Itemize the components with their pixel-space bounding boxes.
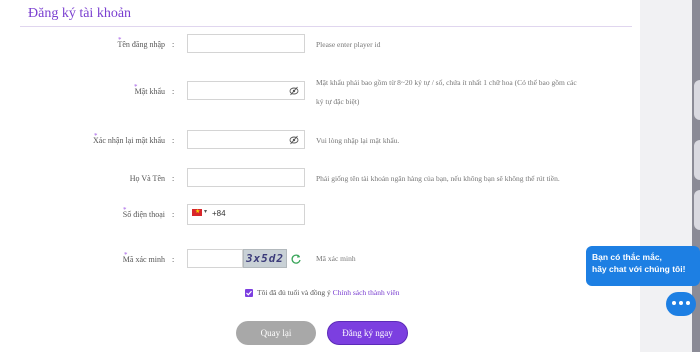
confirm-password-label: Xác nhận lại mật khẩu [93, 136, 165, 145]
phone-label: Số điện thoại [122, 210, 165, 219]
refresh-icon[interactable] [290, 253, 302, 265]
country-code: +84 [212, 209, 226, 218]
full-name-input[interactable] [187, 168, 305, 187]
captcha-label: Mã xác minh [122, 255, 165, 264]
eye-slash-icon[interactable] [289, 86, 299, 96]
chat-line-1: Bạn có thắc mắc, [592, 252, 662, 262]
username-input[interactable] [187, 34, 305, 53]
agree-label: Tôi đã đủ tuổi và đồng ý [257, 288, 331, 297]
confirm-password-hint: Vui lòng nhập lại mật khẩu. [316, 136, 400, 145]
side-tab[interactable] [694, 190, 700, 230]
check-icon [246, 290, 252, 296]
chat-line-2: hãy chat với chúng tôi! [592, 264, 686, 274]
chat-dot [679, 301, 683, 305]
captcha-hint: Mã xác minh [316, 254, 356, 263]
title-divider [20, 26, 632, 27]
username-label: Tên đăng nhập [117, 40, 165, 49]
confirm-password-input[interactable] [187, 130, 305, 149]
chat-dot [686, 301, 690, 305]
password-input[interactable] [187, 81, 305, 100]
colon: : [172, 255, 175, 264]
colon: : [172, 210, 175, 219]
agree-text: Tôi đã đủ tuổi và đồng ý Chính sách thàn… [257, 288, 400, 297]
register-button[interactable]: Đăng ký ngay [327, 321, 408, 345]
password-hint-line1: Mật khẩu phải bao gồm từ 8~20 ký tự / số… [316, 78, 577, 87]
password-hint-line2: ký tự đặc biệt) [316, 97, 360, 106]
captcha-input[interactable] [187, 249, 243, 268]
colon: : [172, 87, 175, 96]
colon: : [172, 174, 175, 183]
password-label: Mật khẩu [134, 87, 165, 96]
eye-slash-icon[interactable] [289, 135, 299, 145]
chevron-down-icon[interactable]: ▾ [204, 208, 207, 215]
phone-input[interactable]: ★ ▾ +84 [187, 204, 305, 225]
colon: : [172, 40, 175, 49]
full-name-hint: Phải giống tên tài khoản ngân hàng của b… [316, 174, 560, 183]
member-policy-link[interactable]: Chính sách thành viên [333, 288, 400, 297]
username-hint: Please enter player id [316, 40, 381, 49]
chat-bubble[interactable]: Bạn có thắc mắc, hãy chat với chúng tôi! [586, 246, 700, 286]
side-tab[interactable] [694, 80, 700, 120]
captcha-image: 3x5d2 [243, 249, 287, 268]
agree-checkbox[interactable] [245, 289, 253, 297]
colon: : [172, 136, 175, 145]
side-tab[interactable] [694, 140, 700, 180]
full-name-label: Họ Và Tên [129, 174, 165, 183]
page-title: Đăng ký tài khoản [28, 6, 132, 21]
registration-panel: Đăng ký tài khoản * Tên đăng nhập : Plea… [0, 0, 640, 352]
chat-icon[interactable] [666, 292, 696, 316]
vietnam-flag-icon[interactable]: ★ [192, 209, 202, 216]
chat-dot [672, 301, 676, 305]
back-button[interactable]: Quay lại [236, 321, 316, 345]
